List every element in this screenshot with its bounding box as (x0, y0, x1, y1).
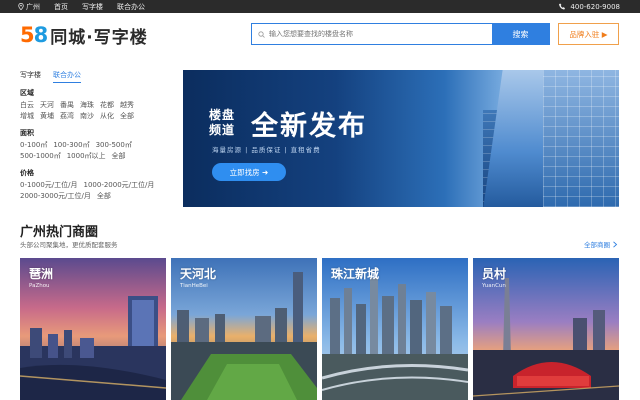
tab-coworking[interactable]: 联合办公 (53, 70, 81, 83)
location-pin-icon (18, 3, 24, 10)
brand-join-button[interactable]: 品牌入驻 ▶ (558, 23, 619, 45)
all-areas-label: 全部商圈 (584, 241, 610, 249)
filter-group-area: 面积 0-100㎡ 100-300㎡ 300-500㎡ 500-1000㎡ 10… (20, 128, 175, 162)
search-input[interactable] (269, 30, 489, 38)
area-card-tianhebei[interactable]: 天河北 TianHeBei (171, 258, 317, 400)
phone-icon (559, 3, 566, 10)
area-card-yuancun[interactable]: 员村 YuanCun (473, 258, 619, 400)
search-field[interactable] (252, 24, 492, 44)
filter-title-region: 区域 (20, 89, 34, 97)
banner-label-line1: 楼盘 (209, 108, 236, 122)
hot-area-cards: 琶洲 PaZhou 天河北 TianHeBei 珠江新城 员村 YuanCun (20, 258, 620, 400)
filter-title-area: 面积 (20, 129, 34, 137)
all-areas-link[interactable]: 全部商圈 (584, 239, 618, 249)
filter-option[interactable]: 荔湾 (60, 111, 74, 122)
area-name: 珠江新城 (331, 267, 380, 281)
area-pinyin: TianHeBei (180, 283, 208, 289)
find-property-button[interactable]: 立即找房 ➜ (212, 163, 286, 181)
banner-headline: 全新发布 (251, 111, 367, 142)
search-icon (258, 30, 265, 38)
filter-option[interactable]: 番禺 (60, 100, 74, 111)
filter-option[interactable]: 300-500㎡ (96, 140, 132, 151)
filter-option[interactable]: 1000-2000元/工位/月 (84, 180, 155, 191)
banner-building-image (543, 70, 619, 207)
filter-option[interactable]: 500-1000㎡ (20, 151, 61, 162)
logo-text: 同城·写字楼 (50, 27, 148, 48)
filter-option[interactable]: 1000㎡以上 (67, 151, 106, 162)
filter-option[interactable]: 天河 (40, 100, 54, 111)
search-bar: 搜索 (251, 23, 550, 45)
chevron-right-icon (613, 240, 618, 248)
filter-option[interactable]: 增城 (20, 111, 34, 122)
section-subtitle: 头部公司聚集地，更优质配套服务 (20, 241, 118, 249)
filter-option[interactable]: 全部 (120, 111, 134, 122)
filter-title-price: 价格 (20, 169, 34, 177)
nav-link-office[interactable]: 写字楼 (82, 2, 103, 12)
hotline: 400-620-9008 (559, 0, 620, 13)
filter-option[interactable]: 全部 (112, 151, 126, 162)
banner-label: 楼盘 频道 (209, 108, 235, 138)
filter-option[interactable]: 从化 (100, 111, 114, 122)
promo-banner[interactable]: 楼盘 频道 全新发布 海量房源 | 品质保证 | 直租省费 立即找房 ➜ (183, 70, 619, 207)
tab-office[interactable]: 写字楼 (20, 70, 41, 80)
area-pinyin: PaZhou (29, 283, 50, 289)
city-label: 广州 (26, 2, 40, 11)
filter-option[interactable]: 0-1000元/工位/月 (20, 180, 78, 191)
filter-option[interactable]: 越秀 (120, 100, 134, 111)
search-button[interactable]: 搜索 (492, 24, 549, 44)
top-bar: 广州 首页 写字楼 联合办公 400-620-9008 (0, 0, 640, 13)
area-card-pazhou[interactable]: 琶洲 PaZhou (20, 258, 166, 400)
area-name: 员村 (482, 267, 507, 281)
area-name: 琶洲 (29, 267, 54, 281)
filter-option[interactable]: 花都 (100, 100, 114, 111)
site-logo[interactable]: 58 同城·写字楼 (20, 23, 148, 48)
filter-option[interactable]: 0-100㎡ (20, 140, 47, 151)
filter-panel: 写字楼 联合办公 区域 白云 天河 番禺 海珠 花都 越秀 增城 黄埔 荔湾 南… (20, 70, 175, 202)
area-pinyin: YuanCun (482, 283, 506, 289)
banner-label-line2: 频道 (209, 123, 236, 137)
filter-option[interactable]: 南沙 (80, 111, 94, 122)
city-selector[interactable]: 广州 (18, 2, 40, 12)
nav-link-home[interactable]: 首页 (54, 2, 68, 12)
area-name: 天河北 (180, 267, 217, 281)
filter-group-price: 价格 0-1000元/工位/月 1000-2000元/工位/月 2000-300… (20, 168, 175, 202)
phone-number: 400-620-9008 (570, 2, 620, 11)
filter-option[interactable]: 白云 (20, 100, 34, 111)
filter-group-region: 区域 白云 天河 番禺 海珠 花都 越秀 增城 黄埔 荔湾 南沙 从化 全部 (20, 88, 175, 122)
nav-link-coworking[interactable]: 联合办公 (117, 2, 145, 12)
header: 58 同城·写字楼 搜索 品牌入驻 ▶ (0, 13, 640, 57)
area-card-zhujiang[interactable]: 珠江新城 (322, 258, 468, 400)
filter-tabs: 写字楼 联合办公 (20, 70, 175, 83)
filter-option[interactable]: 100-300㎡ (53, 140, 89, 151)
banner-tagline: 海量房源 | 品质保证 | 直租省费 (212, 146, 321, 154)
filter-option[interactable]: 2000-3000元/工位/月 (20, 191, 91, 202)
section-title: 广州热门商圈 (20, 225, 99, 240)
filter-option[interactable]: 黄埔 (40, 111, 54, 122)
filter-option[interactable]: 海珠 (80, 100, 94, 111)
filter-option[interactable]: 全部 (97, 191, 111, 202)
logo-number: 58 (20, 23, 48, 47)
